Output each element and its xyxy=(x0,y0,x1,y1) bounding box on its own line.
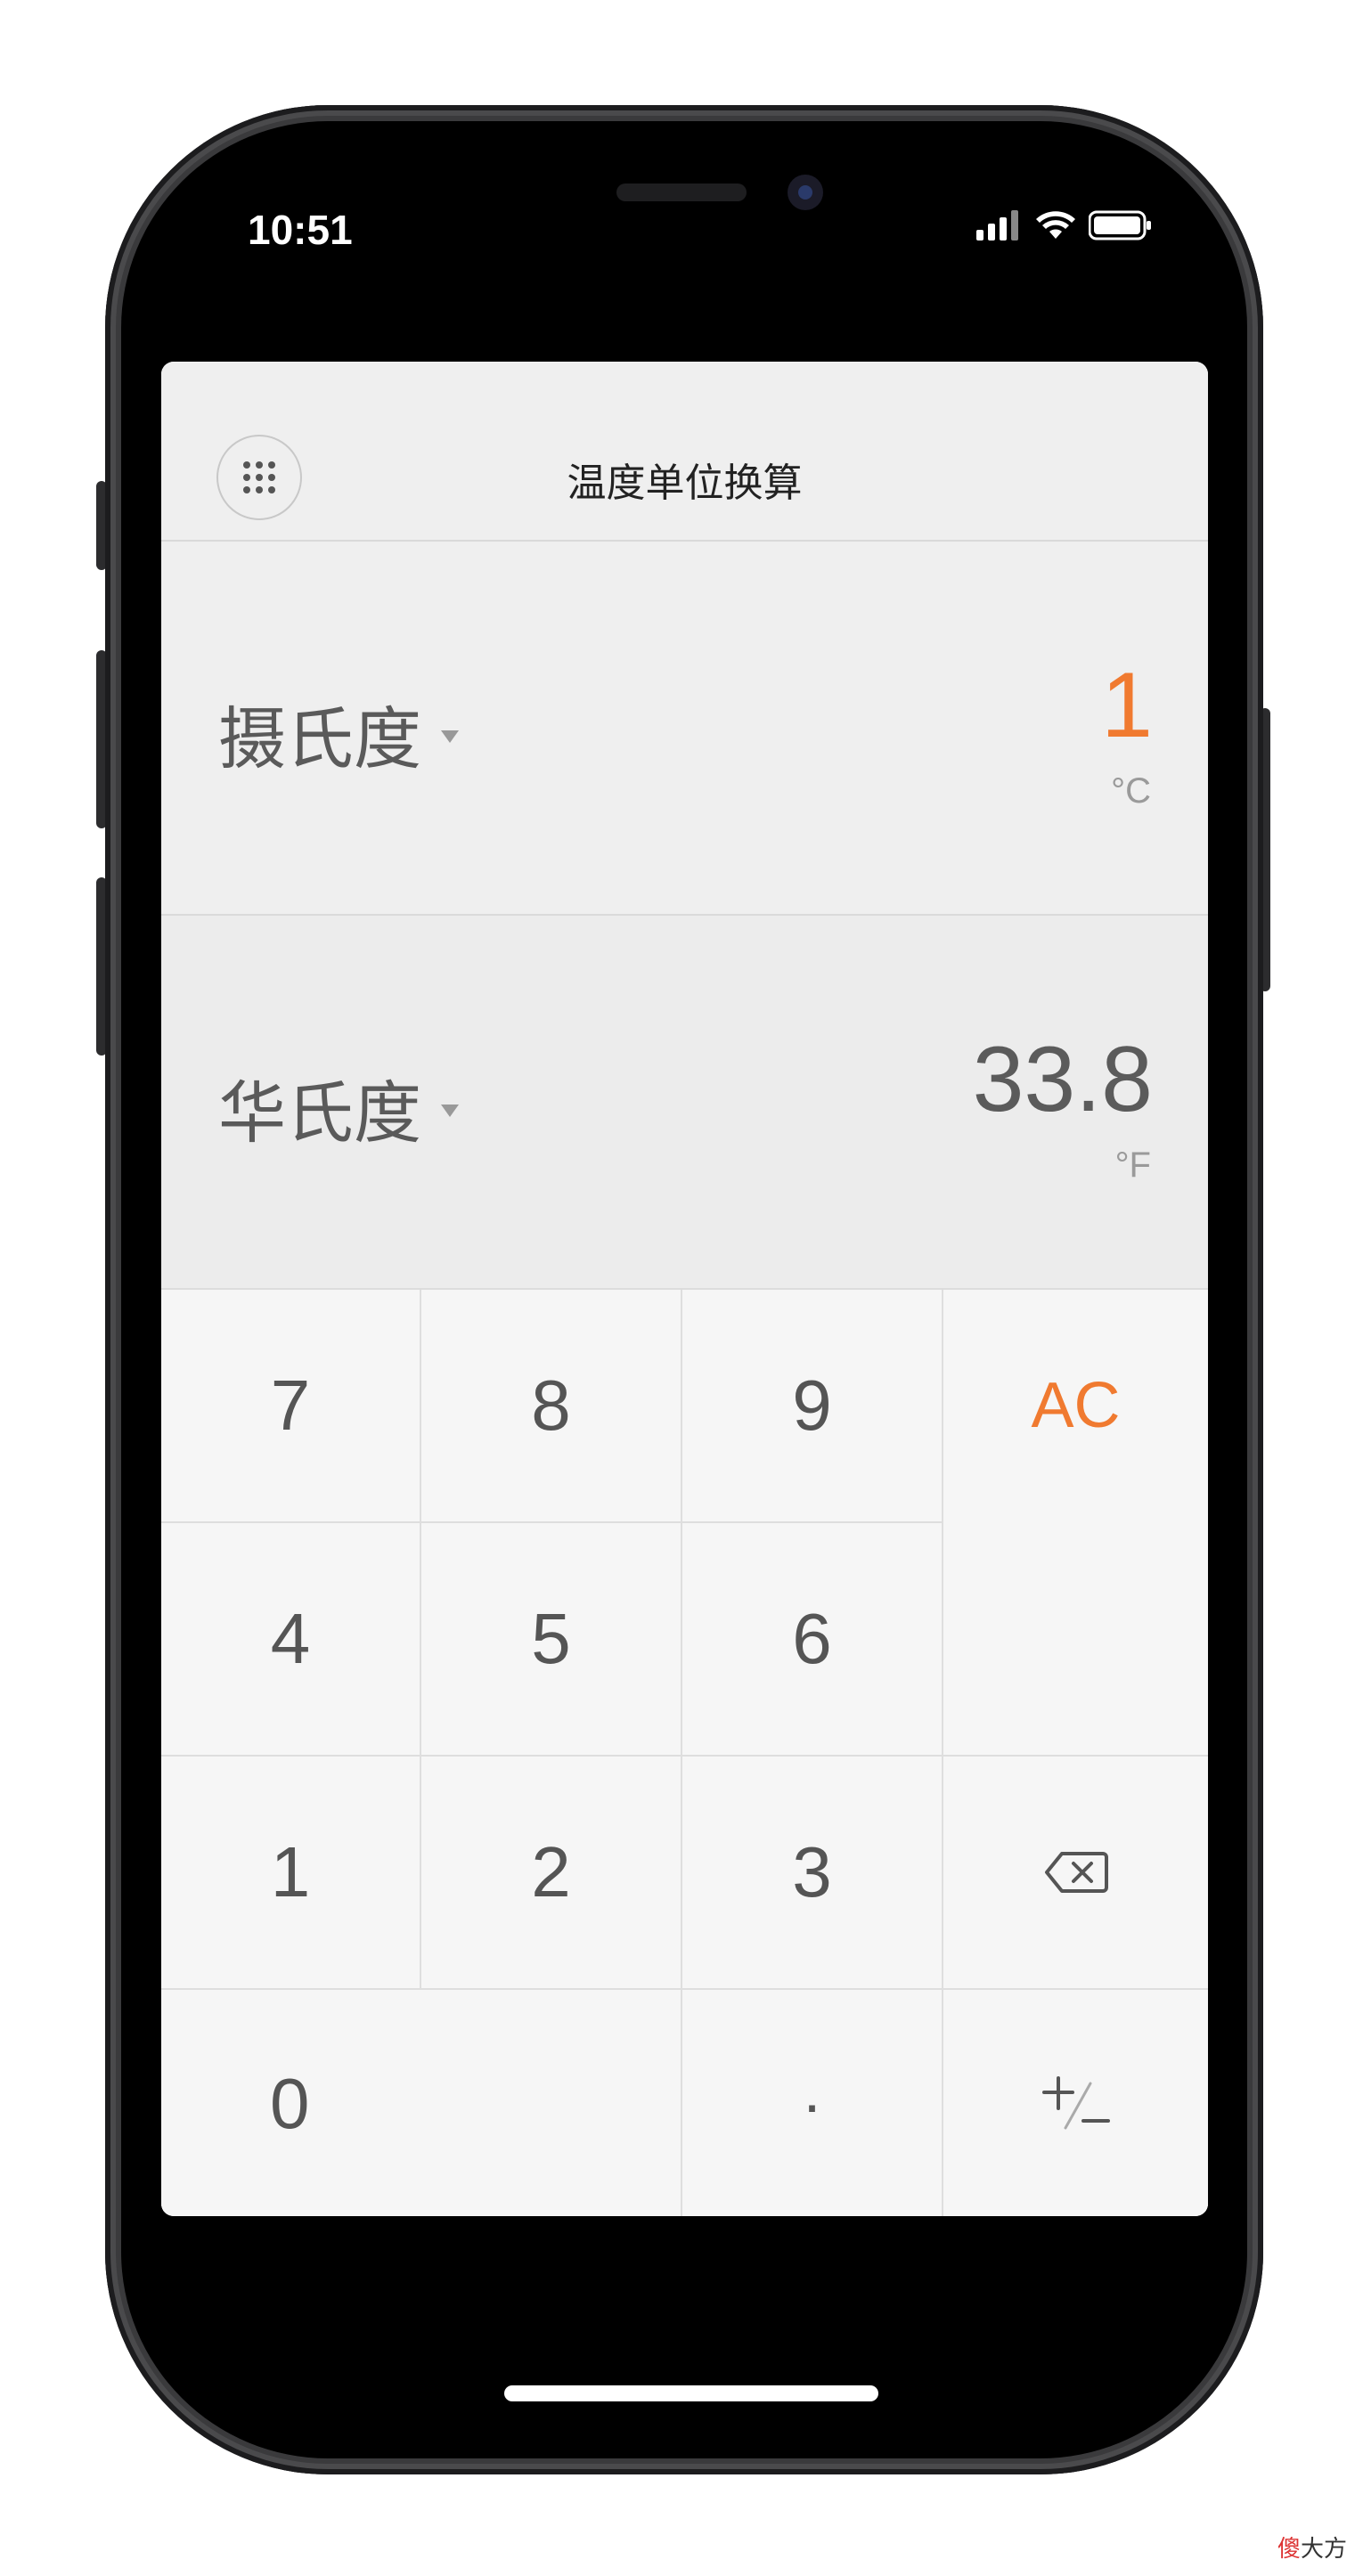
key-9[interactable]: 9 xyxy=(682,1290,943,1523)
key-8[interactable]: 8 xyxy=(421,1290,682,1523)
unit-name: 华氏度 xyxy=(218,1073,421,1153)
key-0[interactable]: 0 xyxy=(161,1990,682,2216)
backspace-icon xyxy=(1044,1852,1108,1893)
ac-label: AC xyxy=(1031,1370,1121,1441)
fahrenheit-symbol: °F xyxy=(1114,1145,1151,1185)
celsius-row[interactable]: 摄氏度 1 °C xyxy=(161,542,1208,916)
key-5[interactable]: 5 xyxy=(421,1523,682,1757)
home-indicator[interactable] xyxy=(504,2385,878,2401)
dropdown-caret-icon xyxy=(441,730,459,743)
wifi-icon xyxy=(1036,211,1075,239)
watermark-part2: 大方 xyxy=(1300,2536,1347,2563)
unit-name: 摄氏度 xyxy=(218,699,421,779)
unit-selector-celsius[interactable]: 摄氏度 xyxy=(218,684,459,782)
dropdown-caret-icon xyxy=(441,1105,459,1117)
front-camera xyxy=(788,175,823,210)
key-2[interactable]: 2 xyxy=(421,1757,682,1990)
battery-icon xyxy=(1089,210,1151,240)
key-ac[interactable]: AC xyxy=(943,1290,1208,1757)
status-icons xyxy=(976,210,1153,240)
unit-selector-fahrenheit[interactable]: 华氏度 xyxy=(218,1058,459,1156)
phone-screen: 10:51 温度单位换算 摄氏度 1 °C 华氏度 33.8 °F 7 8 9 … xyxy=(121,121,1247,2458)
app-header: 温度单位换算 xyxy=(161,362,1208,542)
keypad: 7 8 9 AC 4 5 6 1 2 3 0 · xyxy=(161,1288,1208,2216)
key-1[interactable]: 1 xyxy=(161,1757,421,1990)
watermark-part1: 傻 xyxy=(1277,2536,1301,2563)
fahrenheit-row[interactable]: 华氏度 33.8 °F xyxy=(161,916,1208,1288)
cellular-signal-icon xyxy=(976,210,1018,240)
speaker-grille xyxy=(616,183,747,201)
key-7[interactable]: 7 xyxy=(161,1290,421,1523)
celsius-value: 1 xyxy=(1101,654,1153,757)
backspace-button[interactable] xyxy=(943,1757,1208,1990)
key-6[interactable]: 6 xyxy=(682,1523,943,1757)
sign-toggle-button[interactable] xyxy=(943,1990,1208,2216)
plus-minus-icon xyxy=(1041,2076,1110,2130)
celsius-symbol: °C xyxy=(1111,771,1151,811)
page-title: 温度单位换算 xyxy=(567,461,803,506)
converter-app: 温度单位换算 摄氏度 1 °C 华氏度 33.8 °F 7 8 9 AC 4 5… xyxy=(161,362,1208,2216)
fahrenheit-value: 33.8 xyxy=(972,1028,1153,1131)
key-4[interactable]: 4 xyxy=(161,1523,421,1757)
key-3[interactable]: 3 xyxy=(682,1757,943,1990)
status-time: 10:51 xyxy=(248,207,353,253)
key-dot[interactable]: · xyxy=(682,1990,943,2216)
watermark: 傻大方 xyxy=(1277,2531,1347,2564)
